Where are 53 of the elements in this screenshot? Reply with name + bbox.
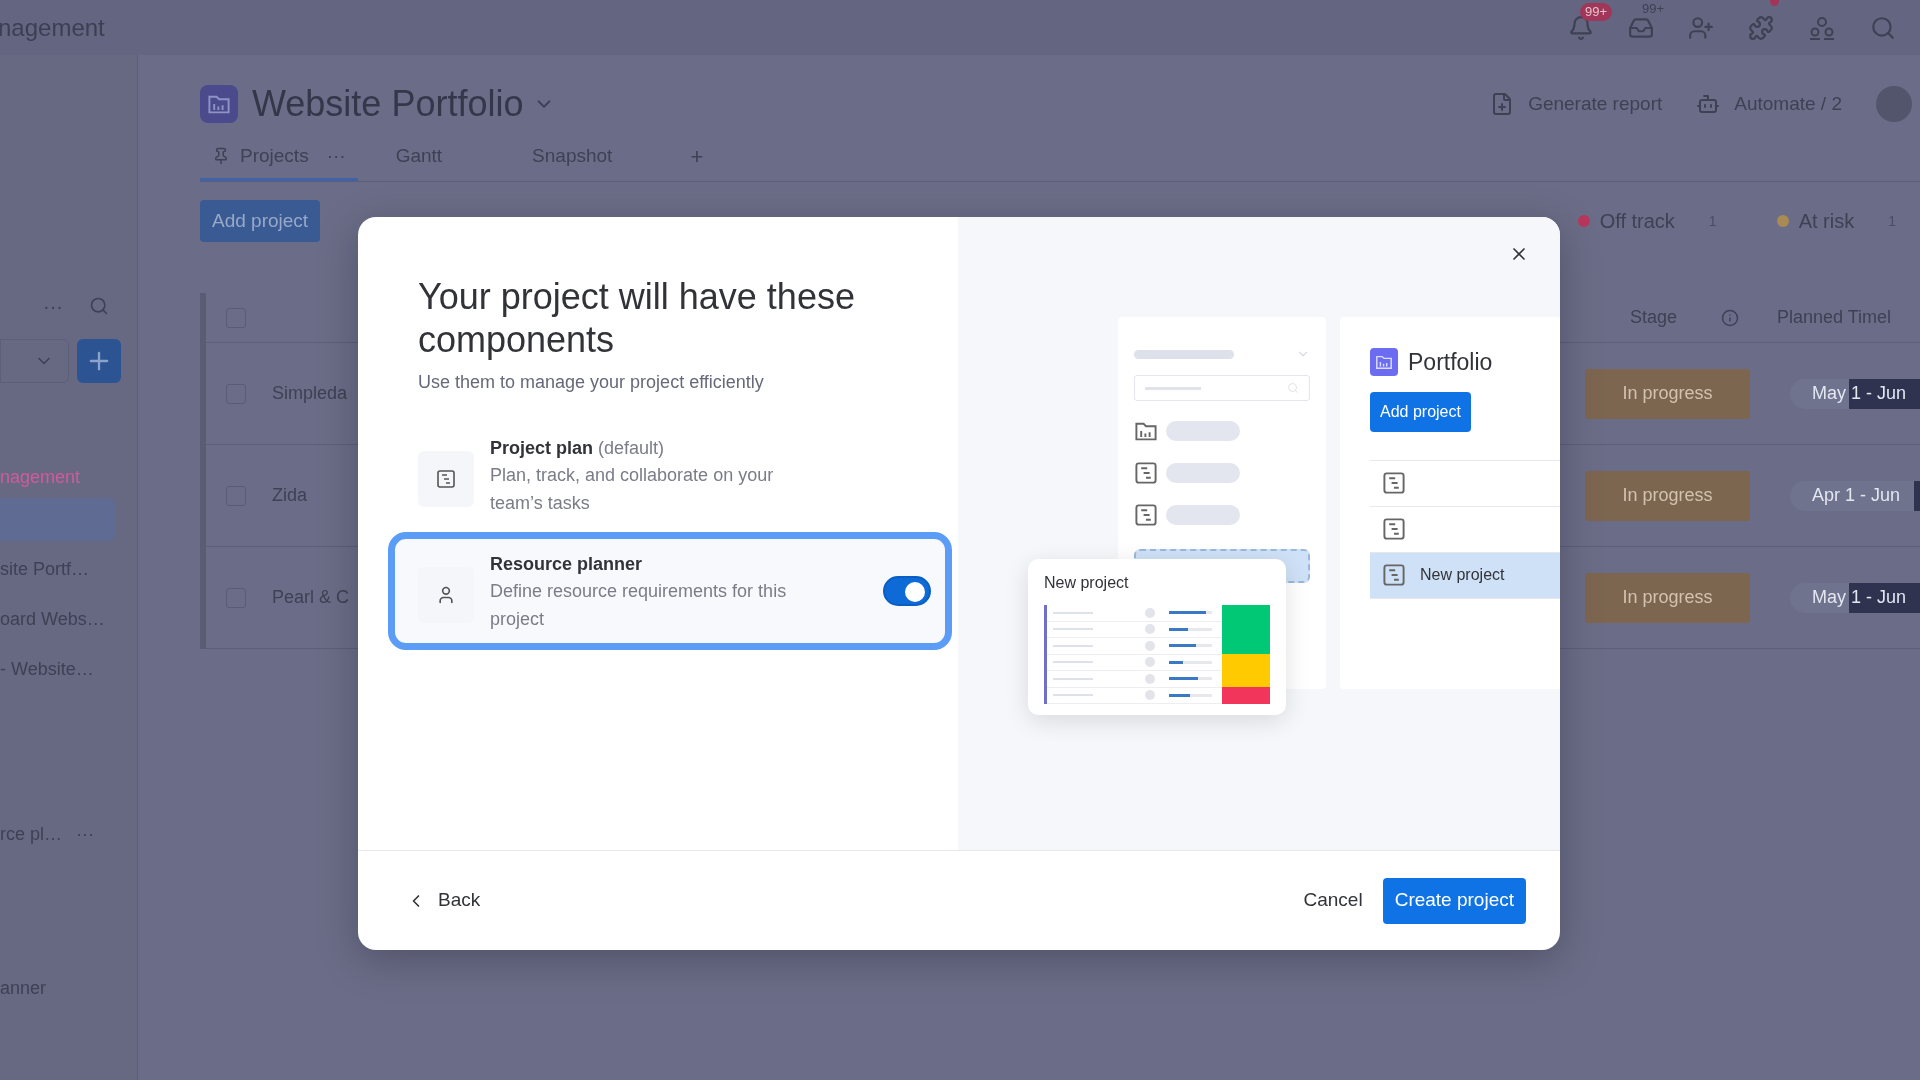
- timeline-bar[interactable]: May 1 - Jun: [1790, 582, 1920, 613]
- chart-folder-icon: [1375, 353, 1393, 372]
- info-icon[interactable]: [1721, 308, 1740, 327]
- bell-icon[interactable]: [1568, 14, 1594, 41]
- document-icon: [1382, 471, 1406, 495]
- pin-icon: [212, 146, 230, 165]
- robot-icon: [1696, 92, 1721, 116]
- timeline-dates: May 1 - Jun: [1812, 586, 1907, 609]
- search-icon: [1287, 382, 1299, 394]
- component-option[interactable]: Project plan (default) Plan, track, and collaborate on your team’s tasks: [388, 418, 952, 532]
- create-project-button[interactable]: Create project: [1382, 877, 1526, 924]
- component-title: Project plan (default): [490, 437, 666, 460]
- component-description: Plan, track, and collaborate on your team’s tasks: [490, 464, 775, 515]
- cancel-button[interactable]: Cancel: [1295, 878, 1371, 923]
- more-button[interactable]: ···: [43, 296, 63, 316]
- stage-label[interactable]: In progress: [1585, 368, 1750, 419]
- workspace-heading: nagement: [0, 466, 82, 489]
- tab-menu-button[interactable]: ···: [326, 141, 346, 170]
- card-title: New project: [1044, 574, 1129, 591]
- document-icon: [436, 469, 456, 489]
- timeline-bar[interactable]: Apr 1 - Jun: [1790, 480, 1920, 511]
- component-title: Resource planner: [490, 553, 644, 576]
- user-avatar[interactable]: [1876, 86, 1912, 122]
- search-icon[interactable]: [1870, 14, 1896, 41]
- more-button[interactable]: ···: [76, 820, 94, 848]
- board-title: Website Portfolio: [252, 82, 524, 126]
- back-button[interactable]: Back: [406, 886, 481, 915]
- stage-label[interactable]: In progress: [1585, 470, 1750, 521]
- list-row-label: New project: [1420, 565, 1505, 585]
- portfolio-title: Portfolio: [1408, 348, 1493, 377]
- timeline-dates: May 1 - Jun: [1812, 382, 1907, 405]
- search-icon[interactable]: [89, 296, 109, 316]
- people-icon[interactable]: [1808, 14, 1836, 41]
- document-icon: [1134, 503, 1158, 527]
- document-icon: [1382, 517, 1406, 541]
- component-option[interactable]: Resource planner Define resource requirements for this project: [388, 532, 952, 650]
- invite-user-icon[interactable]: [1688, 14, 1714, 41]
- timeline-dates: Apr 1 - Jun: [1812, 484, 1901, 507]
- notification-badge: 99+: [1580, 2, 1613, 21]
- stage-label[interactable]: In progress: [1585, 572, 1750, 623]
- add-view-button[interactable]: +: [690, 140, 704, 181]
- dialog-subtitle: Use them to manage your project efficiently: [418, 371, 765, 394]
- component-description: Define resource requirements for this project: [490, 580, 788, 631]
- add-button[interactable]: [77, 339, 121, 383]
- toggle-switch[interactable]: [883, 576, 931, 606]
- person-icon: [436, 585, 456, 605]
- timeline-bar[interactable]: May 1 - Jun: [1790, 378, 1920, 409]
- add-project-button[interactable]: Add project: [200, 200, 321, 242]
- document-icon: [1382, 563, 1406, 587]
- document-icon: [1134, 461, 1158, 485]
- workspace-dropdown[interactable]: [0, 339, 69, 383]
- puzzle-icon[interactable]: [1748, 14, 1774, 41]
- dialog-title: Your project will have these components: [418, 275, 856, 361]
